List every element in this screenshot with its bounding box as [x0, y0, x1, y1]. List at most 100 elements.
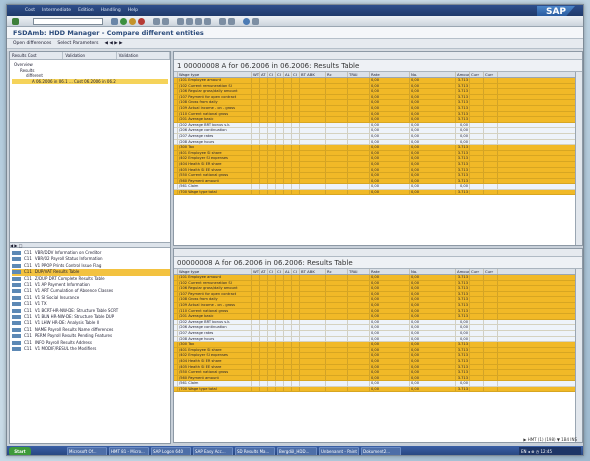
- table-cell: [470, 178, 484, 184]
- select-parameters-button[interactable]: Select Parameters: [57, 41, 98, 46]
- column-header[interactable]: WT: [252, 269, 260, 274]
- enter-icon[interactable]: [12, 18, 19, 25]
- screen-header: FSDAmb: HDD Manager - Compare different …: [7, 27, 583, 39]
- last-page-icon[interactable]: [204, 18, 211, 25]
- tree-node[interactable]: A 06.2006 in 06.1 ... Cost 06.2006 in 06…: [12, 78, 168, 84]
- column-header[interactable]: CI: [292, 72, 300, 77]
- table-cell: [260, 347, 268, 353]
- layout-icon[interactable]: [252, 18, 259, 25]
- start-button[interactable]: Start: [9, 447, 31, 455]
- wage-type-cell: /110 Current national gross: [178, 111, 252, 117]
- column-header[interactable]: AT: [260, 269, 268, 274]
- wage-type-cell: /106 Regular gross/daily amount: [178, 89, 252, 94]
- column-header[interactable]: Curr: [484, 72, 498, 77]
- taskbar-item[interactable]: SD Results Ma...: [235, 447, 275, 455]
- find-icon[interactable]: [162, 18, 169, 25]
- menu-cost[interactable]: Cost: [25, 8, 35, 13]
- column-header[interactable]: Amount: [456, 269, 470, 274]
- menu-intermediate[interactable]: Intermediate: [42, 8, 71, 13]
- entity-tree: Overview Results different A 06.2006 in 06.…: [12, 62, 168, 84]
- next-page-icon[interactable]: [195, 18, 202, 25]
- amount-cell: 3.713: [457, 358, 470, 364]
- table-cell: [326, 319, 348, 325]
- column-header[interactable]: Rc: [326, 72, 348, 77]
- column-header[interactable]: CI: [276, 269, 284, 274]
- taskbar-item[interactable]: HMT 81 - Micro...: [109, 447, 149, 455]
- column-header[interactable]: CI: [292, 269, 300, 274]
- list-item[interactable]: C11 V1 MODIF/RESUL the Modifiers: [12, 346, 170, 352]
- nav-arrows-icon[interactable]: ◀ ◀ ▶ ▶: [104, 41, 122, 46]
- column-header[interactable]: Wage type: [178, 269, 252, 274]
- column-header[interactable]: WT: [252, 72, 260, 77]
- column-header[interactable]: AL: [284, 269, 292, 274]
- open-differences-button[interactable]: Open differences: [13, 41, 51, 46]
- new-session-icon[interactable]: [219, 18, 226, 25]
- number-cell: 0,00: [410, 291, 456, 297]
- cancel-icon[interactable]: [138, 18, 145, 25]
- command-field[interactable]: [33, 18, 103, 25]
- vertical-scrollbar[interactable]: [575, 269, 582, 442]
- vertical-scrollbar[interactable]: [575, 72, 582, 245]
- table-cell: [470, 381, 484, 386]
- table-cell: [284, 128, 292, 133]
- number-cell: 0,00: [410, 275, 456, 280]
- column-header[interactable]: Curr: [484, 269, 498, 274]
- column-header[interactable]: AL: [284, 72, 292, 77]
- table-row[interactable]: /700 Wage type total 0,00 0,00 3.713: [174, 386, 582, 393]
- print-icon[interactable]: [153, 18, 160, 25]
- column-header[interactable]: Rate: [370, 269, 410, 274]
- taskbar-item[interactable]: Microsoft Of...: [67, 447, 107, 455]
- taskbar-item[interactable]: Unbenannt - Paint: [319, 447, 359, 455]
- status-info: ▶ HMT (1) (198) ▼ 1B4 INS: [523, 437, 577, 442]
- table-cell: [326, 308, 348, 314]
- column-header[interactable]: No.: [410, 269, 456, 274]
- menu-help[interactable]: Help: [128, 8, 138, 13]
- number-cell: 0,00: [410, 122, 456, 128]
- column-header[interactable]: Amount: [456, 72, 470, 77]
- column-header[interactable]: Wage type: [178, 72, 252, 77]
- column-header[interactable]: Rc: [326, 269, 348, 274]
- first-page-icon[interactable]: [177, 18, 184, 25]
- help-icon[interactable]: [243, 18, 250, 25]
- pane-splitter[interactable]: ◀ ▶ □: [10, 242, 170, 248]
- taskbar-item[interactable]: SAP Logon 640: [151, 447, 191, 455]
- taskbar-item[interactable]: SAP Easy Acc...: [193, 447, 233, 455]
- column-header[interactable]: AT: [260, 72, 268, 77]
- column-header[interactable]: BT ABK: [300, 72, 326, 77]
- tab-validation-1[interactable]: Validation: [63, 52, 117, 59]
- table-cell: [284, 105, 292, 111]
- column-header[interactable]: No.: [410, 72, 456, 77]
- column-header[interactable]: CI: [268, 269, 276, 274]
- taskbar-item[interactable]: Bergdöl_HDD...: [277, 447, 317, 455]
- rate-cell: 0,00: [370, 111, 410, 117]
- column-header[interactable]: Rate: [370, 72, 410, 77]
- exit-icon[interactable]: [129, 18, 136, 25]
- column-header[interactable]: TRAI: [348, 269, 370, 274]
- table-cell: [276, 308, 284, 314]
- table-row[interactable]: /700 Wage type total 0,00 0,00 3.713: [174, 189, 582, 196]
- grid-toolbar[interactable]: [174, 52, 582, 60]
- taskbar-item[interactable]: Dokument2...: [361, 447, 401, 455]
- previous-page-icon[interactable]: [186, 18, 193, 25]
- number-cell: 0,00: [410, 83, 456, 89]
- column-header[interactable]: Curr: [470, 72, 484, 77]
- amount-cell: 3.713: [457, 100, 470, 105]
- shortcut-icon[interactable]: [228, 18, 235, 25]
- column-header[interactable]: Curr: [470, 269, 484, 274]
- table-cell: [292, 128, 300, 133]
- table-cell: [252, 353, 260, 358]
- grid-toolbar[interactable]: [174, 249, 582, 257]
- column-header[interactable]: TRAI: [348, 72, 370, 77]
- table-cell: [252, 381, 260, 386]
- menu-handling[interactable]: Handling: [101, 8, 121, 13]
- column-header[interactable]: CI: [276, 72, 284, 77]
- tab-results-cost[interactable]: Results Cost: [10, 52, 64, 59]
- column-header[interactable]: BT ABK: [300, 269, 326, 274]
- number-cell: 0,00: [410, 173, 456, 178]
- save-icon[interactable]: [111, 18, 118, 25]
- menu-edition[interactable]: Edition: [78, 8, 94, 13]
- table-type-icon: [12, 340, 21, 345]
- tab-validation-2[interactable]: Validation: [117, 52, 170, 59]
- back-icon[interactable]: [120, 18, 127, 25]
- column-header[interactable]: CI: [268, 72, 276, 77]
